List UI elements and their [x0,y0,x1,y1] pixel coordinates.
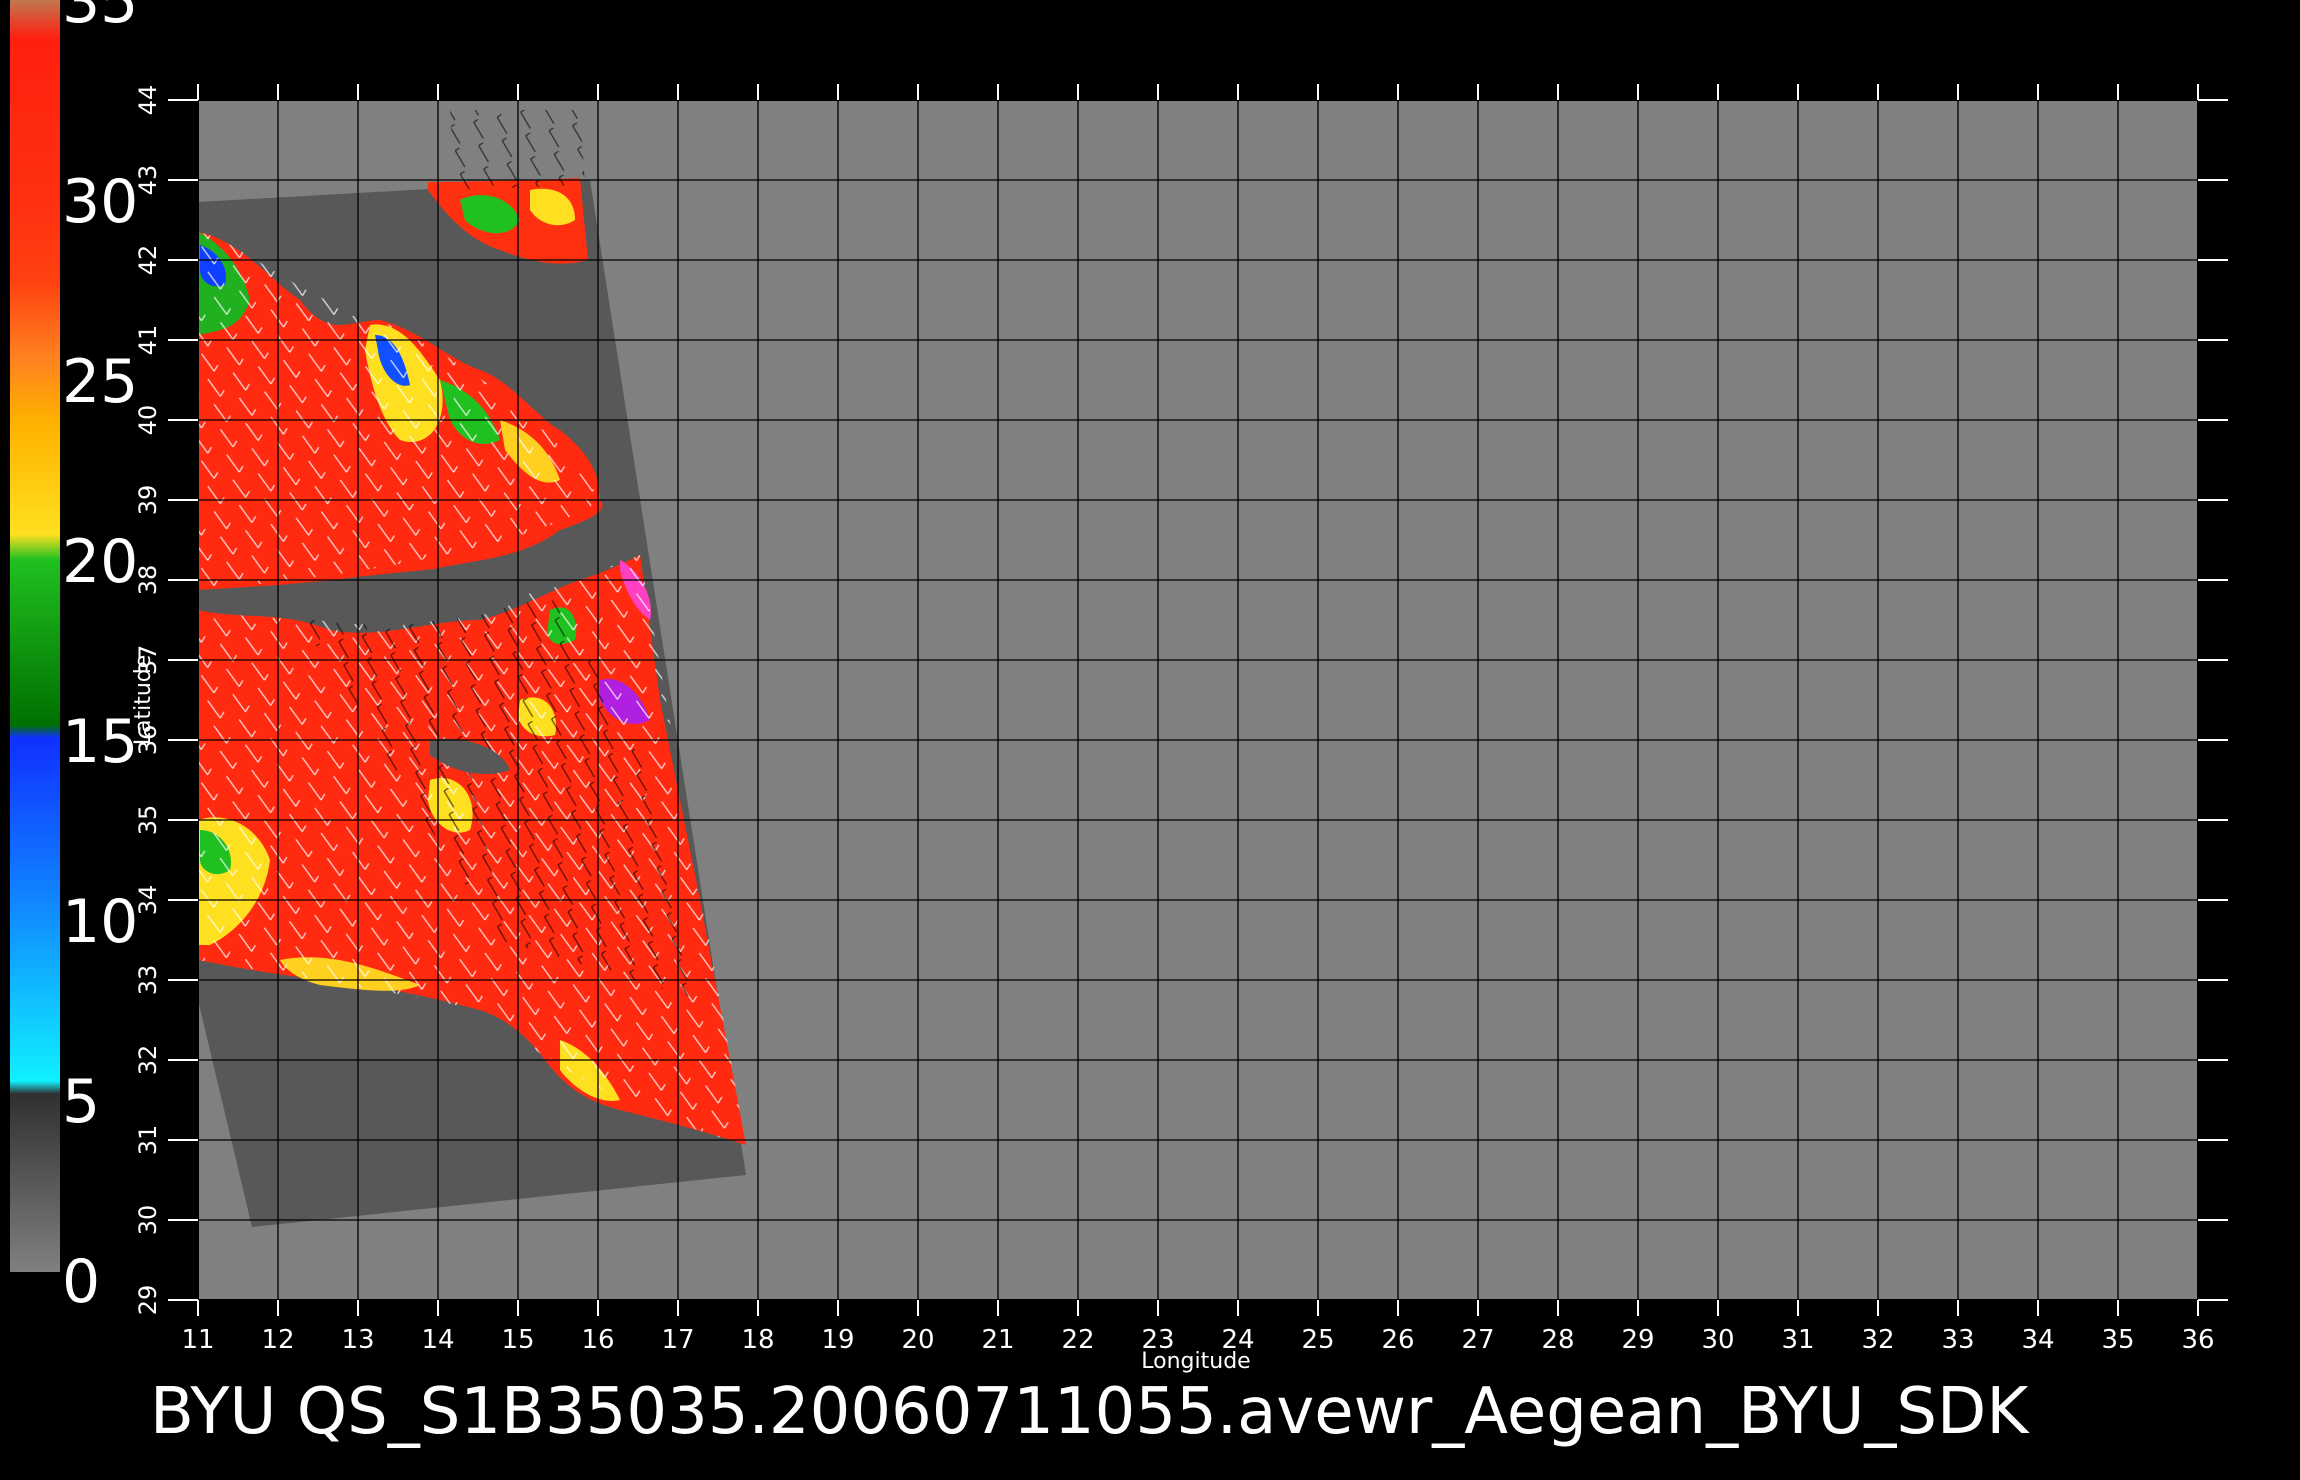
colorbar-label: 5 [62,1067,100,1137]
y-tick-label: 31 [134,1125,162,1156]
x-tick-label: 27 [1461,1325,1494,1355]
x-tick-label: 33 [1941,1325,1974,1355]
x-tick-label: 31 [1781,1325,1814,1355]
x-tick-label: 16 [581,1325,614,1355]
y-tick-label: 42 [134,245,162,276]
x-tick-label: 28 [1541,1325,1574,1355]
x-tick-label: 17 [661,1325,694,1355]
x-tick-label: 14 [421,1325,454,1355]
colorbar-label: 10 [62,887,138,957]
colorbar-label: 0 [62,1247,100,1317]
colorbar-label: 30 [62,167,138,237]
x-tick-label: 36 [2181,1325,2214,1355]
y-tick-label: 39 [134,485,162,516]
x-tick-label: 22 [1061,1325,1094,1355]
x-tick-label: 21 [981,1325,1014,1355]
x-tick-label: 12 [261,1325,294,1355]
x-tick-label: 35 [2101,1325,2134,1355]
y-tick-label: 29 [134,1285,162,1316]
y-tick-label: 44 [134,85,162,116]
x-tick-label: 29 [1621,1325,1654,1355]
x-tick-label: 32 [1861,1325,1894,1355]
x-tick-label: 15 [501,1325,534,1355]
colorbar-labels: 35 30 25 20 15 10 5 0 [62,0,138,1317]
colorbar-label: 35 [62,0,138,37]
x-tick-label: 20 [901,1325,934,1355]
y-tick-label: 32 [134,1045,162,1076]
x-tick-label: 13 [341,1325,374,1355]
x-tick-label: 18 [741,1325,774,1355]
x-tick-label: 25 [1301,1325,1334,1355]
x-axis-label: Longitude [1141,1349,1250,1374]
colorbar-label: 15 [62,707,138,777]
x-tick-label: 26 [1381,1325,1414,1355]
colorbar-label: 20 [62,527,138,597]
y-tick-label: 30 [134,1205,162,1236]
x-tick-label: 11 [181,1325,214,1355]
plot-title: BYU QS_S1B35035.20060711055.avewr_Aegean… [150,1375,2030,1449]
x-tick-label: 19 [821,1325,854,1355]
wind-map: 11 12 13 14 15 16 17 18 19 20 21 22 23 24 25 26 27 28 29 30… [10,0,2228,1449]
x-tick-label: 34 [2021,1325,2054,1355]
colorbar-label: 25 [62,347,138,417]
x-tick-label: 30 [1701,1325,1734,1355]
y-tick-label: 35 [134,805,162,836]
y-tick-label: 33 [134,965,162,996]
colorbar [10,0,60,1272]
